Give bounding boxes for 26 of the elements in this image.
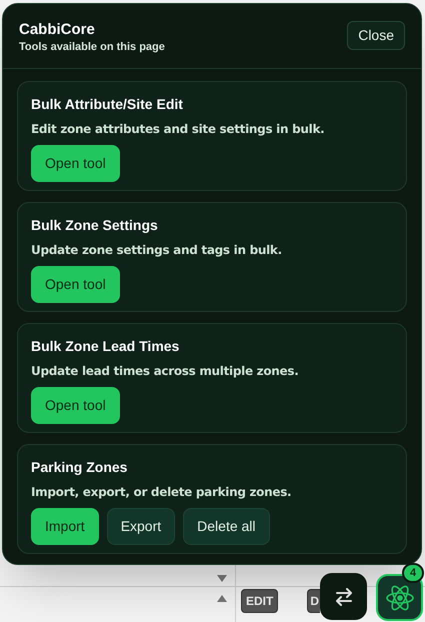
panel-subtitle: Tools available on this page bbox=[19, 40, 165, 55]
tool-description: Edit zone attributes and site settings in bulk. bbox=[31, 121, 326, 137]
tool-description: Update lead times across multiple zones. bbox=[31, 363, 300, 379]
tool-description: Update zone settings and tags in bulk. bbox=[31, 242, 283, 258]
tool-description: Import, export, or delete parking zones. bbox=[31, 484, 292, 500]
swap-arrows-icon bbox=[334, 588, 354, 606]
launcher-button[interactable] bbox=[376, 574, 423, 621]
row-action-button[interactable]: D bbox=[307, 589, 320, 613]
tool-button[interactable]: Delete all bbox=[183, 508, 270, 545]
tool-button[interactable]: Import bbox=[31, 508, 99, 545]
swap-button[interactable] bbox=[320, 573, 367, 620]
tool-button[interactable]: Open tool bbox=[31, 145, 120, 182]
row-action-button[interactable]: EDIT bbox=[241, 589, 278, 613]
close-button[interactable]: Close bbox=[347, 21, 405, 50]
tool-button[interactable]: Export bbox=[106, 508, 176, 545]
panel-title: CabbiCore bbox=[19, 21, 96, 39]
atom-icon bbox=[384, 582, 414, 612]
down-arrow-icon bbox=[217, 575, 227, 582]
tool-title: Bulk Attribute/Site Edit bbox=[31, 95, 184, 113]
tool-button[interactable]: Open tool bbox=[31, 266, 120, 303]
tool-title: Bulk Zone Settings bbox=[31, 216, 159, 234]
tool-title: Parking Zones bbox=[31, 458, 128, 476]
tool-title: Bulk Zone Lead Times bbox=[31, 337, 180, 355]
tool-button[interactable]: Open tool bbox=[31, 387, 120, 424]
up-arrow-icon bbox=[217, 595, 227, 602]
notification-badge: 4 bbox=[402, 563, 424, 583]
